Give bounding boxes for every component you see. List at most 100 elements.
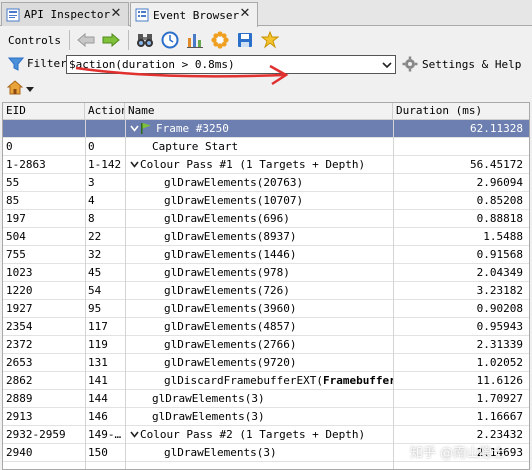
cell-action: 0 xyxy=(88,140,95,153)
column-header-action[interactable]: Action xyxy=(85,103,125,120)
chevron-down-icon[interactable] xyxy=(128,121,140,137)
cell-eid: 2653 xyxy=(6,356,33,369)
table-body: Frame #3250 62.11328 0 0 Capture Start 1-2863… xyxy=(3,120,529,462)
cell-name: Colour Pass #2 (1 Targets + Depth) xyxy=(128,426,394,443)
back-arrow-icon[interactable] xyxy=(74,29,98,51)
cell-name: glDrawElements(3) xyxy=(128,444,394,461)
cell-name: Frame #3250 xyxy=(128,120,394,137)
table-row[interactable]: 2653 131 glDrawElements(9720) 1.02052 xyxy=(3,354,529,372)
table-row[interactable]: 55 3 glDrawElements(20763) 2.96094 xyxy=(3,174,529,192)
star-puzzle-icon[interactable] xyxy=(258,29,282,51)
table-row[interactable]: 2889 144 glDrawElements(3) 1.70927 xyxy=(3,390,529,408)
cell-duration xyxy=(396,138,523,155)
table-row[interactable]: 1023 45 glDrawElements(978) 2.04349 xyxy=(3,264,529,282)
cell-eid: 2354 xyxy=(6,320,33,333)
cell-name: glDrawElements(3960) xyxy=(128,300,394,317)
settings-help-label: Settings & Help xyxy=(422,57,522,71)
cell-name-text: glDrawElements(3) xyxy=(152,392,265,405)
close-icon[interactable]: ✕ xyxy=(237,6,253,22)
cell-action: 95 xyxy=(88,302,102,315)
event-table: EID Action Name Duration (ms) Frame #325… xyxy=(2,102,530,470)
toolbar-separator xyxy=(127,30,129,50)
column-header-name[interactable]: Name xyxy=(125,103,393,120)
column-header-duration[interactable]: Duration (ms) xyxy=(393,103,529,120)
cell-name-text: glDrawElements(10707) xyxy=(164,194,304,207)
cell-name-text: glDrawElements(3) xyxy=(152,410,265,423)
chevron-down-icon[interactable] xyxy=(128,427,140,443)
cell-duration: 2.96094 xyxy=(476,176,523,189)
cell-name-text: glDiscardFramebufferEXT( xyxy=(164,374,323,387)
cell-name: Colour Pass #1 (1 Targets + Depth) xyxy=(128,156,394,173)
cell-eid: 2940 xyxy=(6,446,33,459)
cell-duration: 2.23432 xyxy=(476,428,523,441)
home-icon[interactable] xyxy=(6,80,24,98)
cell-duration: 2.31339 xyxy=(476,338,523,351)
cell-duration: 3.23182 xyxy=(476,284,523,297)
toolbar-separator xyxy=(68,30,70,50)
cell-eid: 85 xyxy=(6,194,20,207)
table-row[interactable]: 85 4 glDrawElements(10707) 0.85208 xyxy=(3,192,529,210)
chevron-down-icon[interactable] xyxy=(26,83,34,96)
cell-action xyxy=(88,120,126,137)
chevron-down-icon[interactable] xyxy=(380,58,394,72)
table-row[interactable]: 197 8 glDrawElements(696) 0.88818 xyxy=(3,210,529,228)
cell-duration: 0.88818 xyxy=(476,212,523,225)
cell-duration: 0.95943 xyxy=(476,320,523,333)
cell-name-text: glDrawElements(20763) xyxy=(164,176,304,189)
cell-action: 144 xyxy=(88,392,108,405)
api-inspector-icon xyxy=(6,8,20,22)
cell-duration: 1.5488 xyxy=(483,230,523,243)
close-icon[interactable]: ✕ xyxy=(108,6,124,22)
table-row[interactable]: 2862 141 glDiscardFramebufferEXT(Framebuff… xyxy=(3,372,529,390)
cell-name-text: glDrawElements(2766) xyxy=(164,338,297,351)
tab-event-browser[interactable]: Event Browser ✕ xyxy=(130,2,258,27)
table-row[interactable]: 1220 54 glDrawElements(726) 3.23182 xyxy=(3,282,529,300)
cell-duration: 62.11328 xyxy=(470,122,523,135)
cell-name-text: Capture Start xyxy=(152,140,239,153)
bar-chart-icon[interactable] xyxy=(183,29,207,51)
save-icon[interactable] xyxy=(233,29,257,51)
filter-row: Filter $action(duration > 0.8ms) Setting… xyxy=(0,54,532,76)
cell-name-text: glDrawElements(726) xyxy=(164,284,290,297)
column-divider xyxy=(85,120,86,469)
cell-action: 117 xyxy=(88,320,108,333)
cell-name: glDrawElements(10707) xyxy=(128,192,394,209)
table-header: EID Action Name Duration (ms) xyxy=(3,103,529,120)
clock-icon[interactable] xyxy=(158,29,182,51)
cell-duration: 56.45172 xyxy=(470,158,523,171)
cell-name: glDrawElements(9720) xyxy=(128,354,394,371)
table-row[interactable]: 1-2863 1-142 Colour Pass #1 (1 Targets + D… xyxy=(3,156,529,174)
filter-input[interactable]: $action(duration > 0.8ms) xyxy=(66,55,396,74)
cell-eid: 2913 xyxy=(6,410,33,423)
cell-eid: 2889 xyxy=(6,392,33,405)
filter-funnel-icon xyxy=(7,56,25,72)
cell-duration: 2.04349 xyxy=(476,266,523,279)
table-row[interactable]: 0 0 Capture Start xyxy=(3,138,529,156)
tab-label: API Inspector xyxy=(24,8,111,21)
tab-api-inspector[interactable]: API Inspector ✕ xyxy=(1,2,129,26)
table-row[interactable]: 2354 117 glDrawElements(4857) 0.95943 xyxy=(3,318,529,336)
gear-flower-icon[interactable] xyxy=(208,29,232,51)
table-row[interactable]: 755 32 glDrawElements(1446) 0.91568 xyxy=(3,246,529,264)
cell-duration: 0.85208 xyxy=(476,194,523,207)
table-row[interactable]: 504 22 glDrawElements(8937) 1.5488 xyxy=(3,228,529,246)
cell-name: Capture Start xyxy=(128,138,394,155)
table-row[interactable]: 2372 119 glDrawElements(2766) 2.31339 xyxy=(3,336,529,354)
cell-name-text: Frame #3250 xyxy=(156,122,229,135)
binoculars-icon[interactable] xyxy=(133,29,157,51)
table-row[interactable]: 1927 95 glDrawElements(3960) 0.90208 xyxy=(3,300,529,318)
chevron-down-icon[interactable] xyxy=(128,157,140,173)
table-row[interactable]: Frame #3250 62.11328 xyxy=(3,120,529,138)
cell-action: 131 xyxy=(88,356,108,369)
cell-name-text: glDrawElements(1446) xyxy=(164,248,297,261)
table-row[interactable]: 2913 146 glDrawElements(3) 1.16667 xyxy=(3,408,529,426)
forward-arrow-icon[interactable] xyxy=(99,29,123,51)
watermark: 知乎 @南山隐士 xyxy=(410,446,506,461)
settings-help-button[interactable]: Settings & Help xyxy=(402,56,521,72)
cell-duration: 0.91568 xyxy=(476,248,523,261)
cell-name-text: glDrawElements(8937) xyxy=(164,230,297,243)
column-divider xyxy=(393,120,394,469)
cell-name: glDrawElements(3) xyxy=(128,390,394,407)
cell-eid: 2372 xyxy=(6,338,33,351)
column-header-eid[interactable]: EID xyxy=(3,103,85,120)
